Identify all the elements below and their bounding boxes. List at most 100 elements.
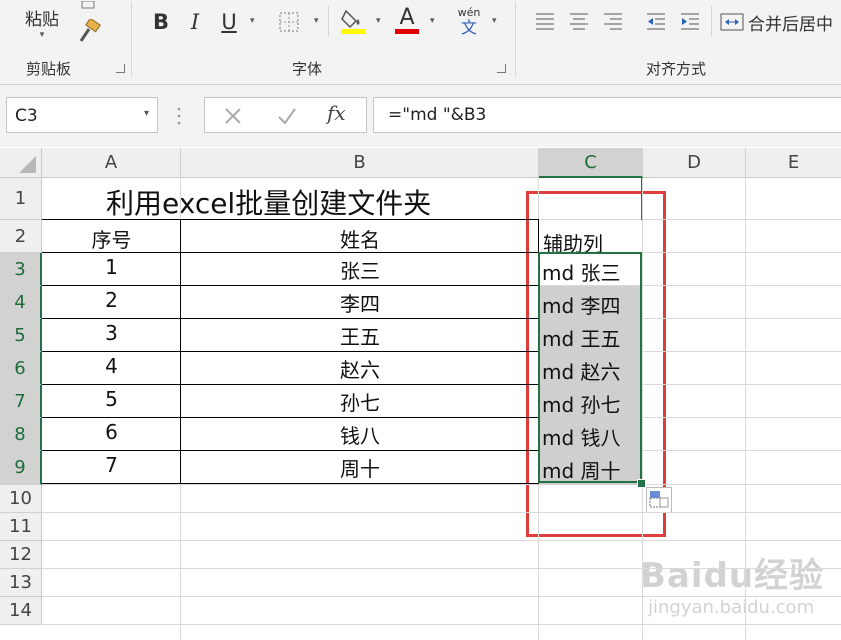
active-col-hint	[641, 178, 642, 220]
row-header-9[interactable]: 9	[0, 451, 42, 485]
clipboard-dialog-launcher[interactable]	[116, 64, 125, 73]
seq-cell: 7	[105, 453, 118, 477]
header-seq: 序号	[91, 228, 132, 252]
seq-cell: 3	[105, 321, 118, 345]
table-border-h	[42, 351, 539, 352]
row-header-13[interactable]: 13	[0, 569, 42, 597]
align-middle-icon[interactable]	[566, 8, 592, 34]
name-cell: 王五	[340, 325, 380, 349]
col-header-a[interactable]: A	[42, 148, 181, 178]
insert-function-label: fx	[327, 101, 346, 125]
paste-options-icon[interactable]	[646, 487, 672, 513]
increase-indent-icon[interactable]	[677, 8, 703, 34]
underline-button[interactable]: U	[216, 8, 242, 36]
gridline-h	[42, 484, 841, 485]
merge-center-button[interactable]: 合并后居中	[720, 8, 841, 36]
row-header-14[interactable]: 14	[0, 597, 42, 625]
phonetic-guide-button[interactable]: wén 文	[454, 6, 484, 38]
phonetic-dropdown-icon[interactable]: ▾	[492, 16, 497, 26]
font-color-swatch	[395, 28, 419, 34]
group-separator	[711, 6, 712, 36]
font-dialog-launcher[interactable]	[497, 64, 506, 73]
align-bottom-icon[interactable]	[600, 8, 626, 34]
seq-cell: 6	[105, 420, 118, 444]
helper-cell[interactable]: md 钱八	[542, 422, 621, 451]
gridline-h	[42, 596, 841, 597]
name-cell: 张三	[340, 259, 380, 283]
italic-button[interactable]: I	[182, 8, 208, 36]
gridline-v	[642, 178, 643, 640]
row-header-11[interactable]: 11	[0, 513, 42, 541]
underline-dropdown-icon[interactable]: ▾	[250, 16, 255, 26]
fill-handle[interactable]	[637, 479, 646, 488]
decrease-indent-icon[interactable]	[643, 8, 669, 34]
underline-glyph: U	[221, 10, 237, 34]
row-header-1[interactable]: 1	[0, 178, 42, 220]
row-header-3[interactable]: 3	[0, 253, 42, 286]
name-cell: 钱八	[340, 424, 380, 448]
helper-cell[interactable]: md 孙七	[542, 389, 621, 418]
paste-button[interactable]: 粘贴 ▾	[14, 0, 70, 44]
bold-button[interactable]: B	[148, 8, 174, 36]
group-separator	[131, 2, 132, 76]
format-painter-icon[interactable]	[74, 18, 102, 46]
paste-label: 粘贴	[25, 9, 59, 30]
row-header-7[interactable]: 7	[0, 385, 42, 418]
borders-dropdown-icon[interactable]: ▾	[314, 16, 319, 26]
watermark-url: jingyan.baidu.com	[648, 597, 815, 618]
row-header-10[interactable]: 10	[0, 485, 42, 513]
watermark: Baidu经验 jingyan.baidu.com	[640, 548, 840, 640]
name-box-dropdown-icon[interactable]: ▾	[144, 108, 149, 119]
row-header-2[interactable]: 2	[0, 220, 42, 253]
name-cell: 李四	[340, 292, 380, 316]
formula-text: ="md "&B3	[388, 105, 487, 125]
group-separator	[515, 2, 516, 76]
name-box[interactable]: C3 ▾	[6, 97, 158, 133]
table-border-h	[42, 252, 539, 253]
merge-center-icon	[720, 13, 744, 31]
copy-icon[interactable]	[78, 0, 100, 10]
borders-icon[interactable]	[276, 9, 302, 35]
col-header-e[interactable]: E	[746, 148, 841, 178]
formula-input[interactable]: ="md "&B3	[373, 97, 841, 133]
gridline-v	[745, 178, 746, 640]
paste-dropdown-icon: ▾	[39, 29, 45, 40]
formula-bar-grip-icon[interactable]	[176, 105, 182, 127]
font-color-dropdown-icon[interactable]: ▾	[430, 16, 435, 26]
name-cell: 孙七	[340, 391, 380, 415]
helper-cell[interactable]: md 李四	[542, 290, 621, 319]
col-header-b[interactable]: B	[181, 148, 539, 178]
insert-function-button[interactable]: fx	[327, 101, 361, 129]
col-header-c[interactable]: C	[539, 148, 643, 178]
ribbon: 粘贴 ▾ 剪贴板 B I U ▾ ▾ ▾ A ▾ wén 文 ▾ 字体 合并后居…	[0, 0, 841, 85]
table-border-h	[42, 450, 539, 451]
cancel-icon[interactable]	[221, 104, 245, 128]
row-header-6[interactable]: 6	[0, 352, 42, 385]
row-header-8[interactable]: 8	[0, 418, 42, 451]
name-cell: 赵六	[340, 358, 380, 382]
group-separator	[328, 6, 329, 36]
gridline-h	[42, 540, 841, 541]
helper-cell[interactable]: md 张三	[542, 257, 621, 286]
col-header-d[interactable]: D	[643, 148, 746, 178]
enter-icon[interactable]	[275, 104, 299, 128]
row-header-4[interactable]: 4	[0, 286, 42, 319]
table-border-h	[42, 384, 539, 385]
table-border-h	[42, 318, 539, 319]
select-all-button[interactable]	[0, 148, 42, 178]
helper-cell[interactable]: md 赵六	[542, 356, 621, 385]
fill-color-icon[interactable]	[338, 6, 368, 36]
fill-color-dropdown-icon[interactable]: ▾	[376, 16, 381, 26]
helper-cell[interactable]: md 周十	[542, 455, 621, 484]
table-border-h	[42, 417, 539, 418]
row-header-12[interactable]: 12	[0, 541, 42, 569]
name-box-value: C3	[15, 106, 38, 126]
font-color-button[interactable]: A	[392, 4, 422, 36]
phonetic-bottom-text: 文	[460, 18, 477, 37]
align-top-icon[interactable]	[532, 8, 558, 34]
row-header-5[interactable]: 5	[0, 319, 42, 352]
bold-glyph: B	[152, 10, 169, 34]
table-border-h	[42, 285, 539, 286]
helper-cell[interactable]: md 王五	[542, 323, 621, 352]
seq-cell: 1	[105, 255, 118, 279]
